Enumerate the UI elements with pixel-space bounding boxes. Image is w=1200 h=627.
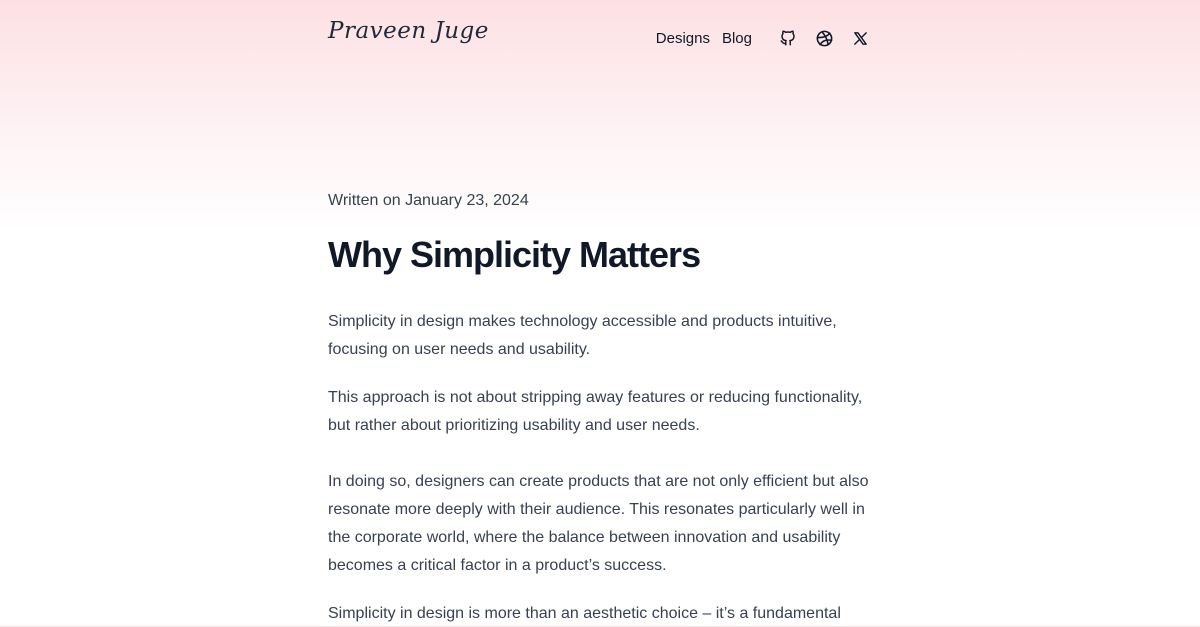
github-link[interactable] (776, 26, 800, 50)
post-title: Why Simplicity Matters (328, 234, 701, 275)
x-link[interactable] (848, 26, 872, 50)
dribbble-link[interactable] (812, 26, 836, 50)
post-paragraph: In doing so, designers can create produc… (328, 473, 869, 574)
dribbble-icon (815, 29, 834, 48)
site-logo[interactable]: Praveen Juge (328, 18, 489, 44)
main-nav: Designs Blog (656, 26, 872, 50)
github-icon (779, 29, 797, 47)
x-icon (852, 30, 869, 47)
nav-link-blog[interactable]: Blog (722, 30, 752, 47)
site-header: Praveen Juge Designs Blog (328, 0, 872, 76)
post-paragraph: Simplicity in design makes technology ac… (328, 313, 837, 358)
post-body: Simplicity in design makes technology ac… (328, 308, 872, 627)
post-paragraph: This approach is not about stripping awa… (328, 389, 863, 434)
post-date: Written on January 23, 2024 (328, 192, 529, 209)
page-container: Praveen Juge Designs Blog Written on Jan… (328, 0, 872, 622)
post-paragraph: Simplicity in design is more than an aes… (328, 605, 841, 622)
nav-link-designs[interactable]: Designs (656, 30, 710, 47)
